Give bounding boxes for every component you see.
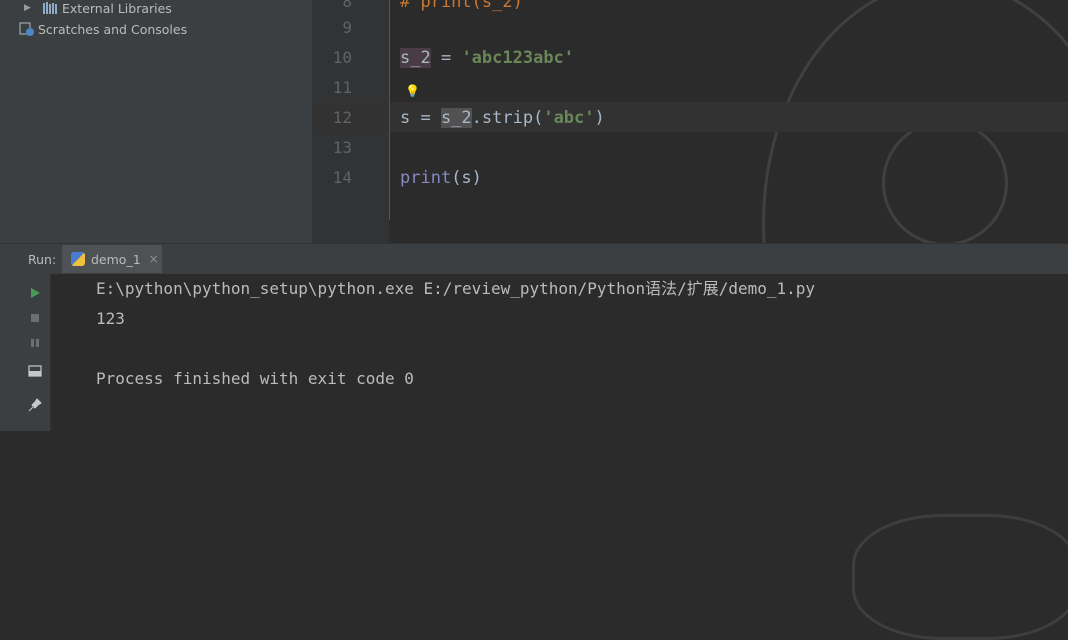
tree-item-scratches[interactable]: Scratches and Consoles — [10, 19, 187, 39]
strip-call: .strip( — [471, 108, 544, 128]
stop-button[interactable] — [26, 309, 44, 327]
fold-indicator-line — [389, 0, 390, 220]
line-number: 11 — [332, 78, 352, 97]
lightbulb-icon[interactable]: 💡 — [405, 84, 420, 98]
tree-item-external-libraries[interactable]: ▶ External Libraries — [0, 0, 172, 18]
assign-s: s = — [400, 108, 441, 128]
rerun-button[interactable] — [26, 284, 44, 302]
run-label: Run: — [28, 252, 57, 267]
tree-item-label: Scratches and Consoles — [38, 21, 188, 37]
project-panel: ▶ External Libraries Scratches and Conso… — [0, 0, 313, 243]
pin-icon[interactable] — [26, 396, 44, 414]
variable-s2: s_2 — [400, 48, 431, 68]
run-tab-demo1[interactable]: demo_1 × — [62, 245, 162, 273]
pause-button[interactable] — [26, 334, 44, 352]
watermark-decoration — [882, 120, 1008, 243]
console-command-line: E:\python\python_setup\python.exe E:/rev… — [96, 279, 816, 298]
print-function: print — [400, 168, 452, 188]
string-literal: 'abc123abc' — [461, 48, 575, 68]
console-exit-message: Process finished with exit code 0 — [96, 369, 414, 388]
expand-arrow-icon[interactable]: ▶ — [24, 3, 34, 13]
scratches-icon — [18, 22, 34, 36]
close-paren: ) — [594, 108, 605, 128]
layout-icon[interactable] — [26, 362, 44, 380]
tree-item-label: External Libraries — [62, 0, 172, 16]
code-line-10[interactable]: s_2 = 'abc123abc' — [400, 43, 574, 73]
close-icon[interactable]: × — [149, 252, 159, 266]
line-number: 9 — [342, 18, 352, 37]
assign-op: = — [430, 48, 462, 68]
comment-text: # print(s_2) — [400, 0, 523, 12]
python-icon — [71, 252, 85, 266]
code-line-12[interactable]: s = s_2.strip('abc') — [400, 103, 605, 133]
run-tab-label: demo_1 — [91, 251, 141, 267]
run-toolbar — [0, 274, 74, 431]
console-output: 123 — [96, 309, 125, 328]
library-icon — [42, 1, 58, 15]
line-number: 10 — [332, 48, 352, 67]
watermark-decoration — [852, 514, 1068, 640]
line-number: 13 — [332, 138, 352, 157]
code-line-8[interactable]: # print(s_2) — [400, 0, 523, 17]
line-number: 14 — [332, 168, 352, 187]
variable-s2: s_2 — [440, 108, 472, 128]
run-panel-header: Run: demo_1 × — [0, 243, 1068, 275]
code-line-14[interactable]: print(s) — [400, 163, 482, 193]
print-args: (s) — [451, 168, 482, 188]
string-literal: 'abc' — [543, 108, 595, 128]
line-number: 12 — [332, 108, 352, 127]
